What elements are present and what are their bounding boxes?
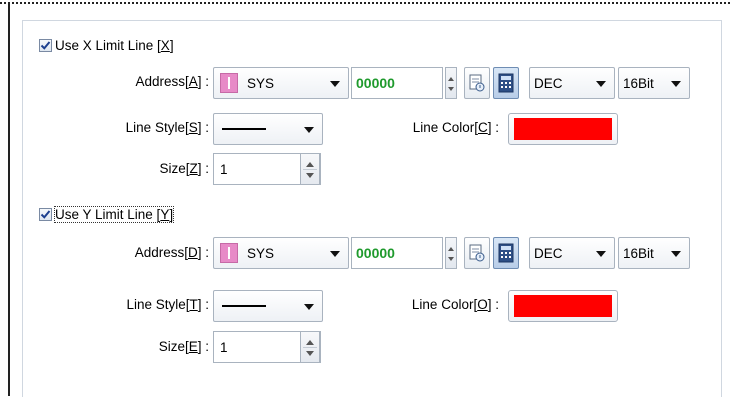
spin-down-icon	[448, 257, 454, 261]
solid-line-icon	[222, 305, 266, 307]
x-bits-select[interactable]: 16Bit	[618, 67, 690, 99]
x-limit-checkbox-box[interactable]	[39, 39, 52, 52]
x-address-value: 00000	[356, 75, 395, 91]
spin-up-icon	[306, 340, 314, 345]
x-line-style-select[interactable]	[213, 113, 323, 145]
spin-up-icon	[448, 77, 454, 81]
x-address-device-select[interactable]: SYS	[213, 67, 349, 99]
x-limit-checkbox-label: Use X Limit Line [X]	[55, 38, 174, 53]
y-address-value: 00000	[356, 245, 395, 261]
window-top-border	[0, 2, 730, 4]
x-address-spinner[interactable]	[445, 67, 457, 99]
check-icon	[40, 210, 51, 219]
x-keypad-button[interactable]	[493, 67, 519, 99]
x-format-value: DEC	[534, 75, 563, 91]
x-address-label: Address[A] :	[135, 74, 209, 89]
device-type-icon	[220, 73, 238, 93]
address-picker-icon	[469, 244, 485, 262]
x-size-label: Size[Z] :	[159, 161, 209, 176]
spin-down-icon	[306, 351, 314, 356]
y-line-color-swatch	[514, 295, 612, 317]
y-keypad-button[interactable]	[493, 237, 519, 269]
x-line-style-label: Line Style[S] :	[125, 120, 209, 135]
y-size-spinner[interactable]	[300, 331, 320, 363]
x-line-color-swatch	[514, 118, 612, 140]
x-address-picker-button[interactable]	[464, 67, 490, 99]
chevron-down-icon	[304, 127, 314, 133]
chevron-down-icon	[596, 251, 606, 257]
spinner-divider	[303, 169, 317, 170]
y-address-input[interactable]: 00000	[351, 237, 443, 269]
x-size-value: 1	[220, 161, 228, 177]
y-format-select[interactable]: DEC	[529, 237, 615, 269]
y-address-label: Address[D] :	[134, 245, 209, 260]
spin-down-icon	[448, 87, 454, 91]
y-address-spinner[interactable]	[445, 237, 457, 269]
use-x-limit-line-checkbox[interactable]: Use X Limit Line [X]	[39, 38, 174, 53]
y-device-value: SYS	[247, 245, 275, 261]
chevron-down-icon	[330, 81, 340, 87]
x-size-spinner[interactable]	[300, 153, 320, 185]
use-y-limit-line-checkbox[interactable]: Use Y Limit Line [Y]	[39, 206, 175, 223]
address-picker-icon	[469, 74, 485, 92]
y-limit-checkbox-box[interactable]	[39, 208, 52, 221]
chevron-down-icon	[304, 304, 314, 310]
x-line-color-label: Line Color[C] :	[412, 120, 499, 135]
window-left-border	[8, 4, 10, 396]
y-size-label: Size[E] :	[158, 339, 209, 354]
spin-up-icon	[306, 162, 314, 167]
keypad-icon	[498, 243, 514, 263]
spin-down-icon	[306, 173, 314, 178]
x-device-value: SYS	[247, 75, 275, 91]
y-line-color-label: Line Color[O] :	[411, 297, 499, 312]
spinner-divider	[303, 347, 317, 348]
x-line-color-button[interactable]	[508, 113, 618, 145]
check-icon	[40, 41, 51, 50]
spin-up-icon	[448, 247, 454, 251]
y-address-picker-button[interactable]	[464, 237, 490, 269]
x-bits-value: 16Bit	[623, 75, 654, 91]
x-format-select[interactable]: DEC	[529, 67, 615, 99]
y-format-value: DEC	[534, 245, 563, 261]
x-address-input[interactable]: 00000	[351, 67, 443, 99]
y-line-style-select[interactable]	[213, 290, 323, 322]
chevron-down-icon	[671, 81, 681, 87]
chevron-down-icon	[596, 81, 606, 87]
chevron-down-icon	[671, 251, 681, 257]
y-line-style-label: Line Style[T] :	[126, 297, 209, 312]
chevron-down-icon	[330, 251, 340, 257]
solid-line-icon	[222, 128, 266, 130]
y-bits-select[interactable]: 16Bit	[618, 237, 690, 269]
device-type-icon	[220, 243, 238, 263]
y-limit-checkbox-label: Use Y Limit Line [Y]	[53, 206, 175, 223]
keypad-icon	[498, 73, 514, 93]
y-address-device-select[interactable]: SYS	[213, 237, 349, 269]
limit-line-settings-panel: Use X Limit Line [X] Address[A] : SYS 00…	[22, 20, 722, 397]
y-bits-value: 16Bit	[623, 245, 654, 261]
y-line-color-button[interactable]	[508, 290, 618, 322]
y-size-value: 1	[220, 339, 228, 355]
